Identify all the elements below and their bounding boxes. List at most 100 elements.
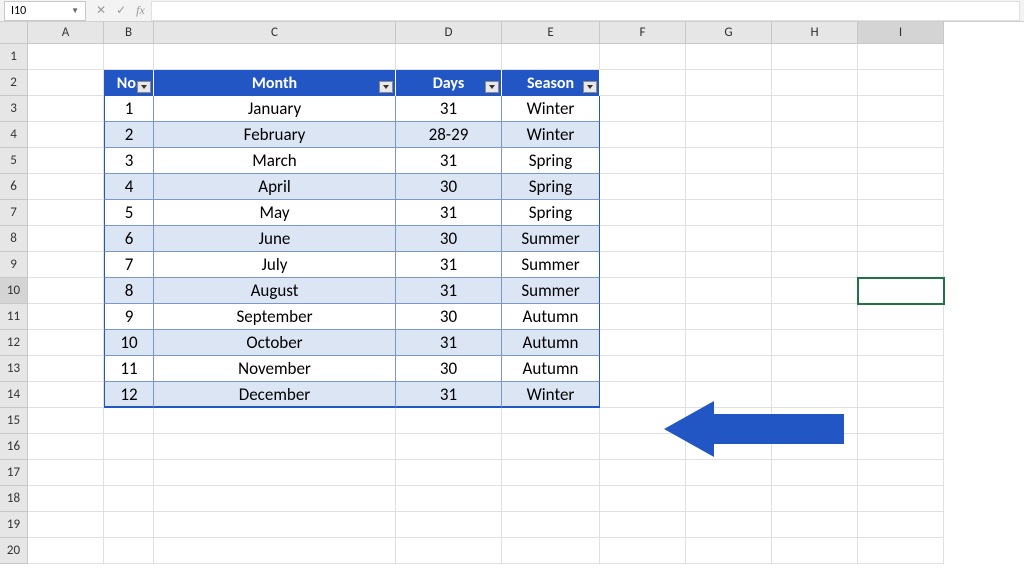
cell-C19[interactable] <box>154 512 396 538</box>
filter-icon[interactable] <box>583 81 597 93</box>
cell-I15[interactable] <box>858 408 944 434</box>
cell-B11[interactable]: 9 <box>104 304 154 330</box>
cell-H6[interactable] <box>772 174 858 200</box>
cell-C8[interactable]: June <box>154 226 396 252</box>
cell-H18[interactable] <box>772 486 858 512</box>
row-header-14[interactable]: 14 <box>0 382 28 408</box>
column-header-B[interactable]: B <box>104 22 154 44</box>
cell-I19[interactable] <box>858 512 944 538</box>
cell-I2[interactable] <box>858 70 944 96</box>
row-header-17[interactable]: 17 <box>0 460 28 486</box>
cell-A20[interactable] <box>28 538 104 564</box>
cell-E18[interactable] <box>502 486 600 512</box>
confirm-icon[interactable]: ✓ <box>116 3 126 18</box>
cell-A5[interactable] <box>28 148 104 174</box>
cell-I1[interactable] <box>858 44 944 70</box>
cell-I11[interactable] <box>858 304 944 330</box>
cell-D5[interactable]: 31 <box>396 148 502 174</box>
cell-E13[interactable]: Autumn <box>502 356 600 382</box>
cell-F9[interactable] <box>600 252 686 278</box>
cell-C5[interactable]: March <box>154 148 396 174</box>
cell-E5[interactable]: Spring <box>502 148 600 174</box>
cell-I16[interactable] <box>858 434 944 460</box>
cell-E4[interactable]: Winter <box>502 122 600 148</box>
cell-G6[interactable] <box>686 174 772 200</box>
row-header-12[interactable]: 12 <box>0 330 28 356</box>
cell-A9[interactable] <box>28 252 104 278</box>
cell-C13[interactable]: November <box>154 356 396 382</box>
cell-I5[interactable] <box>858 148 944 174</box>
cell-C3[interactable]: January <box>154 96 396 122</box>
cell-C7[interactable]: May <box>154 200 396 226</box>
cell-E20[interactable] <box>502 538 600 564</box>
cell-F2[interactable] <box>600 70 686 96</box>
cell-A1[interactable] <box>28 44 104 70</box>
filter-icon[interactable] <box>379 81 393 93</box>
cell-E16[interactable] <box>502 434 600 460</box>
cell-E9[interactable]: Summer <box>502 252 600 278</box>
cell-I13[interactable] <box>858 356 944 382</box>
cell-H14[interactable] <box>772 382 858 408</box>
cell-C6[interactable]: April <box>154 174 396 200</box>
cell-I18[interactable] <box>858 486 944 512</box>
column-header-I[interactable]: I <box>858 22 944 44</box>
cell-G12[interactable] <box>686 330 772 356</box>
cell-F11[interactable] <box>600 304 686 330</box>
cell-B9[interactable]: 7 <box>104 252 154 278</box>
row-header-19[interactable]: 19 <box>0 512 28 538</box>
cell-E8[interactable]: Summer <box>502 226 600 252</box>
cell-E12[interactable]: Autumn <box>502 330 600 356</box>
cell-E6[interactable]: Spring <box>502 174 600 200</box>
cell-F4[interactable] <box>600 122 686 148</box>
filter-icon[interactable] <box>137 81 151 93</box>
row-header-9[interactable]: 9 <box>0 252 28 278</box>
cell-H3[interactable] <box>772 96 858 122</box>
cell-H19[interactable] <box>772 512 858 538</box>
cell-D19[interactable] <box>396 512 502 538</box>
cell-G18[interactable] <box>686 486 772 512</box>
cell-F8[interactable] <box>600 226 686 252</box>
column-header-D[interactable]: D <box>396 22 502 44</box>
cell-H8[interactable] <box>772 226 858 252</box>
cell-I4[interactable] <box>858 122 944 148</box>
cell-C14[interactable]: December <box>154 382 396 408</box>
cell-E7[interactable]: Spring <box>502 200 600 226</box>
cell-D12[interactable]: 31 <box>396 330 502 356</box>
cell-A13[interactable] <box>28 356 104 382</box>
cell-I12[interactable] <box>858 330 944 356</box>
cell-B13[interactable]: 11 <box>104 356 154 382</box>
cell-G8[interactable] <box>686 226 772 252</box>
cell-G4[interactable] <box>686 122 772 148</box>
cell-D6[interactable]: 30 <box>396 174 502 200</box>
cell-A2[interactable] <box>28 70 104 96</box>
cells-area[interactable]: No.MonthDaysSeason1January31Winter2Febru… <box>28 44 944 564</box>
row-header-2[interactable]: 2 <box>0 70 28 96</box>
cell-I10[interactable] <box>858 278 944 304</box>
cell-I9[interactable] <box>858 252 944 278</box>
cell-C20[interactable] <box>154 538 396 564</box>
column-header-F[interactable]: F <box>600 22 686 44</box>
cell-H11[interactable] <box>772 304 858 330</box>
cell-A14[interactable] <box>28 382 104 408</box>
cell-A12[interactable] <box>28 330 104 356</box>
cell-C2[interactable]: Month <box>154 70 396 96</box>
cell-A4[interactable] <box>28 122 104 148</box>
cell-G17[interactable] <box>686 460 772 486</box>
row-header-20[interactable]: 20 <box>0 538 28 564</box>
cell-E19[interactable] <box>502 512 600 538</box>
cell-F5[interactable] <box>600 148 686 174</box>
cell-B20[interactable] <box>104 538 154 564</box>
cell-H20[interactable] <box>772 538 858 564</box>
cell-C1[interactable] <box>154 44 396 70</box>
cell-D9[interactable]: 31 <box>396 252 502 278</box>
cell-F3[interactable] <box>600 96 686 122</box>
cell-I17[interactable] <box>858 460 944 486</box>
cell-B16[interactable] <box>104 434 154 460</box>
cell-B10[interactable]: 8 <box>104 278 154 304</box>
cell-A3[interactable] <box>28 96 104 122</box>
cell-H4[interactable] <box>772 122 858 148</box>
filter-icon[interactable] <box>485 81 499 93</box>
cell-G2[interactable] <box>686 70 772 96</box>
row-header-16[interactable]: 16 <box>0 434 28 460</box>
cell-D17[interactable] <box>396 460 502 486</box>
